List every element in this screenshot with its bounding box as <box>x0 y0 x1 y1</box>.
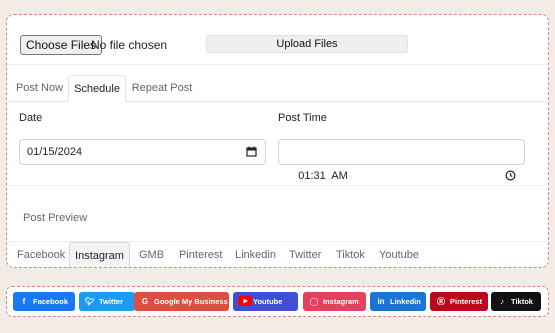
twitter-icon: 🐦︎ <box>84 297 96 306</box>
post-composer-card: Choose Files No file chosen Upload Files… <box>6 14 549 268</box>
linkedin-icon: in <box>377 297 385 306</box>
tab-pinterest[interactable]: Pinterest <box>179 242 222 267</box>
tab-linkedin[interactable]: Linkedin <box>235 242 276 267</box>
linkedin-button[interactable]: in Linkedin <box>370 292 426 311</box>
tab-schedule[interactable]: Schedule <box>68 75 126 102</box>
post-time-label: Post Time <box>278 112 327 124</box>
instagram-button-label: Instagram <box>323 297 359 306</box>
youtube-button[interactable]: Youtube <box>233 292 298 311</box>
pinterest-icon: Ⓡ <box>437 297 445 306</box>
choose-files-button[interactable]: Choose Files <box>20 35 103 55</box>
date-value: 01/15/2024 <box>27 146 83 158</box>
pinterest-button[interactable]: Ⓡ Pinterest <box>430 292 488 311</box>
post-mode-tabs: Post Now Schedule Repeat Post <box>7 75 548 102</box>
youtube-icon <box>238 292 252 311</box>
pinterest-button-label: Pinterest <box>450 297 483 306</box>
google-my-business-button-label: Google My Business <box>154 297 228 306</box>
post-preview-title: Post Preview <box>23 212 88 224</box>
file-status-text: No file chosen <box>91 38 168 52</box>
google-my-business-button[interactable]: G Google My Business <box>134 292 229 311</box>
date-label: Date <box>19 112 43 124</box>
facebook-button-label: Facebook <box>33 297 69 306</box>
tiktok-button-label: Tiktok <box>511 297 533 306</box>
clock-icon[interactable] <box>487 140 516 212</box>
tab-instagram[interactable]: Instagram <box>69 242 130 267</box>
post-time-value: 01:31 AM <box>298 170 348 182</box>
post-time-input[interactable]: 01:31 AM <box>278 139 525 182</box>
instagram-icon: ◯ <box>309 297 319 306</box>
date-input[interactable]: 01/15/2024 <box>19 139 266 165</box>
youtube-button-label: Youtube <box>253 297 283 306</box>
google-icon: G <box>141 297 149 306</box>
facebook-icon: f <box>22 297 26 306</box>
tab-twitter[interactable]: Twitter <box>289 242 321 267</box>
divider <box>7 185 548 186</box>
linkedin-button-label: Linkedin <box>390 297 421 306</box>
social-buttons-bar: f Facebook 🐦︎ Twitter G Google My Business … <box>6 286 549 317</box>
tab-youtube[interactable]: Youtube <box>379 242 419 267</box>
upload-files-button[interactable]: Upload Files <box>206 35 408 53</box>
instagram-button[interactable]: ◯ Instagram <box>303 292 366 311</box>
tiktok-icon: ♪ <box>500 297 504 306</box>
upload-row: Choose Files No file chosen Upload Files <box>7 15 548 65</box>
calendar-icon[interactable] <box>246 140 257 164</box>
twitter-button-label: Twitter <box>99 297 124 306</box>
twitter-button[interactable]: 🐦︎ Twitter <box>79 292 135 311</box>
tab-tiktok[interactable]: Tiktok <box>336 242 365 267</box>
tab-gmb[interactable]: GMB <box>139 242 164 267</box>
tab-facebook[interactable]: Facebook <box>17 242 65 267</box>
facebook-button[interactable]: f Facebook <box>13 292 75 311</box>
platform-tabs: Facebook Instagram GMB Pinterest Linkedi… <box>7 241 548 267</box>
tab-repeat-post[interactable]: Repeat Post <box>126 75 198 102</box>
tab-post-now[interactable]: Post Now <box>11 75 68 102</box>
tiktok-button[interactable]: ♪ Tiktok <box>491 292 541 311</box>
